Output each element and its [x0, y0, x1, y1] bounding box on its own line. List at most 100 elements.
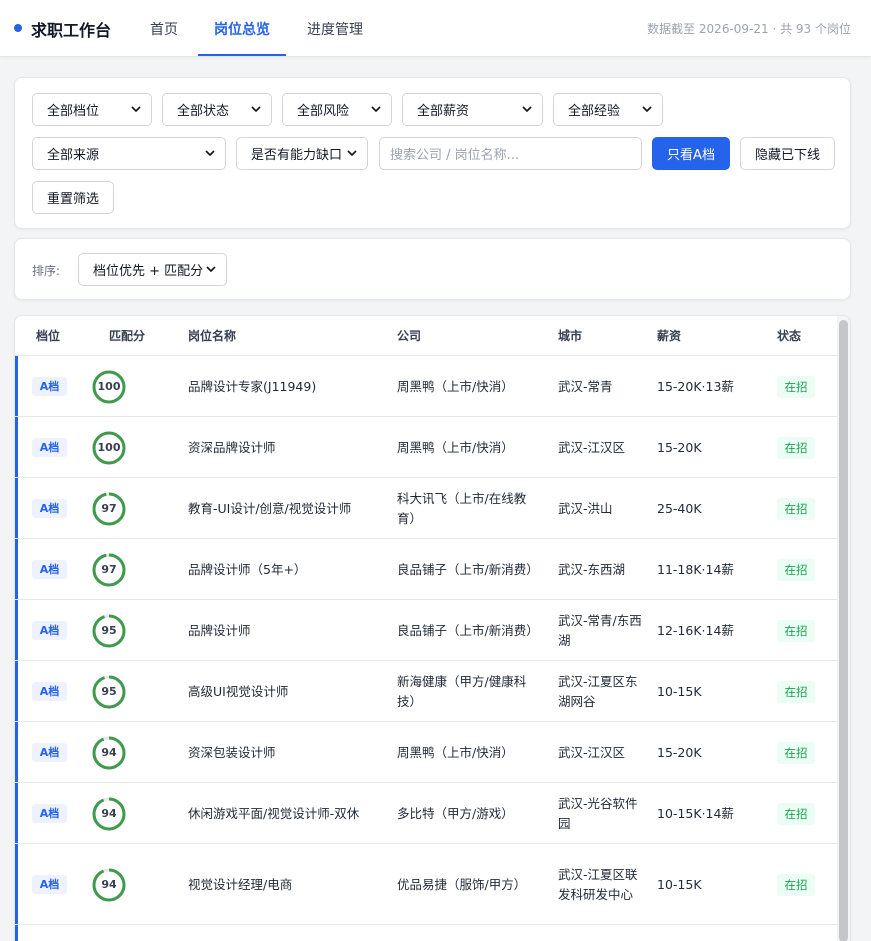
table-row[interactable]: A档 97 教育-UI设计/创意/视觉设计师 科大讯飞（上市/在线教育） 武汉-洪山 25…	[15, 478, 837, 539]
column-header-city[interactable]: 城市	[558, 327, 582, 344]
column-header-tier[interactable]: 档位	[36, 327, 60, 344]
cell-salary: 25-40K	[657, 500, 702, 516]
table-row[interactable]: A档 97 品牌设计师（5年+） 良品铺子（上市/新消费） 武汉-东西湖 11-18K·1…	[15, 539, 837, 600]
cell-city: 武汉-常青	[558, 378, 613, 394]
cell-salary: 15-20K	[657, 439, 702, 455]
tab-home[interactable]: 首页	[150, 19, 178, 39]
tier-badge: A档	[32, 620, 67, 640]
tier-badge: A档	[32, 742, 67, 762]
active-tab-indicator	[198, 54, 286, 56]
cell-city: 武汉-江汉区	[558, 744, 626, 760]
tier-select[interactable]: 全部档位	[32, 93, 152, 126]
status-badge: 在招	[777, 497, 815, 520]
salary-select-value: 全部薪资	[417, 104, 470, 119]
tier-badge: A档	[32, 559, 67, 579]
sort-select-value: 档位优先 + 匹配分	[93, 264, 204, 279]
cell-title[interactable]: 休闲游戏平面/视觉设计师-双休	[188, 804, 388, 824]
cell-title[interactable]: 品牌设计专家(J11949)	[188, 377, 388, 397]
cell-title[interactable]: 品牌设计师（5年+）	[188, 560, 388, 580]
chevron-down-icon	[205, 150, 215, 157]
chevron-down-icon	[347, 150, 357, 157]
match-score-ring: 97	[92, 553, 126, 587]
column-header-status[interactable]: 状态	[777, 327, 801, 344]
table-row[interactable]: A档 94 休闲游戏平面/视觉设计师-双休 多比特（甲方/游戏） 武汉-光谷软件园 10-…	[15, 783, 837, 844]
table-row[interactable]: A档 94 视觉设计经理/电商 优品易捷（服饰/甲方） 武汉-江夏区联发科研发中心 10-…	[15, 844, 837, 925]
tier-badge: A档	[32, 874, 67, 894]
scrollbar-thumb[interactable]	[839, 320, 848, 941]
status-badge: 在招	[777, 375, 815, 398]
experience-select[interactable]: 全部经验	[553, 93, 663, 126]
table-row[interactable]: A档 100 资深品牌设计师 周黑鸭（上市/快消） 武汉-江汉区 15-20K 在招	[15, 417, 837, 478]
sort-label: 排序:	[32, 264, 61, 278]
tab-jobs-overview[interactable]: 岗位总览	[214, 19, 270, 39]
cell-city: 武汉-洪山	[558, 500, 613, 516]
cell-title[interactable]: 高级UI视觉设计师	[188, 682, 388, 702]
cell-city: 武汉-江夏区东湖网谷	[558, 673, 638, 709]
cell-company: 周黑鸭（上市/快消）	[397, 439, 514, 455]
chevron-down-icon	[131, 106, 141, 113]
risk-select[interactable]: 全部风险	[282, 93, 392, 126]
match-score-value: 97	[101, 502, 117, 515]
table-row[interactable]: A档 94 资深包装设计师 周黑鸭（上市/快消） 武汉-江汉区 15-20K 在招	[15, 722, 837, 783]
cell-title[interactable]: 教育-UI设计/创意/视觉设计师	[188, 499, 388, 519]
cell-company: 周黑鸭（上市/快消）	[397, 378, 514, 394]
column-header-score[interactable]: 匹配分	[109, 327, 145, 344]
salary-select[interactable]: 全部薪资	[402, 93, 543, 126]
cell-salary: 11-18K·14薪	[657, 561, 734, 577]
match-score-value: 95	[101, 624, 117, 637]
source-select[interactable]: 全部来源	[32, 137, 226, 170]
cell-company: 周黑鸭（上市/快消）	[397, 744, 514, 760]
chevron-down-icon	[371, 106, 381, 113]
column-header-salary[interactable]: 薪资	[657, 327, 681, 344]
tier-badge: A档	[32, 376, 67, 396]
cell-salary: 10-15K·14薪	[657, 805, 734, 821]
chevron-down-icon	[251, 106, 261, 113]
table-row[interactable]: A档 95 高级UI视觉设计师 新海健康（甲方/健康科技） 武汉-江夏区东湖网谷 10-1…	[15, 661, 837, 722]
match-score-ring: 100	[92, 431, 126, 465]
cell-title[interactable]: 资深品牌设计师	[188, 438, 388, 458]
match-score-ring: 100	[92, 370, 126, 404]
column-header-title[interactable]: 岗位名称	[188, 327, 236, 344]
match-score-value: 100	[97, 380, 121, 393]
cell-salary: 15-20K·13薪	[657, 378, 734, 394]
status-badge: 在招	[777, 680, 815, 703]
tier-select-value: 全部档位	[47, 104, 100, 119]
cell-salary: 12-16K·14薪	[657, 622, 734, 638]
chevron-down-icon	[206, 266, 216, 273]
tab-progress[interactable]: 进度管理	[307, 19, 363, 39]
chevron-down-icon	[642, 106, 652, 113]
match-score-value: 94	[101, 807, 117, 820]
search-input[interactable]: 搜索公司 / 岗位名称...	[379, 137, 642, 170]
search-placeholder: 搜索公司 / 岗位名称...	[390, 148, 520, 163]
hide-offline-button[interactable]: 隐藏已下线	[740, 137, 835, 170]
table-row[interactable]: A档 100 品牌设计专家(J11949) 周黑鸭（上市/快消） 武汉-常青 15-20K…	[15, 356, 837, 417]
match-score-ring: 95	[92, 675, 126, 709]
match-score-ring: 94	[92, 868, 126, 902]
status-badge: 在招	[777, 619, 815, 642]
sort-select[interactable]: 档位优先 + 匹配分	[78, 253, 227, 286]
reset-filters-button[interactable]: 重置筛选	[32, 181, 114, 214]
sort-panel: 排序: 档位优先 + 匹配分	[14, 238, 851, 300]
cell-city: 武汉-东西湖	[558, 561, 626, 577]
cell-title[interactable]: 资深包装设计师	[188, 743, 388, 763]
match-score-value: 100	[97, 441, 121, 454]
cell-city: 武汉-江汉区	[558, 439, 626, 455]
match-score-value: 94	[101, 878, 117, 891]
match-score-value: 95	[101, 685, 117, 698]
jobs-table: 档位 匹配分 岗位名称 公司 城市 薪资 状态 A档 100 品牌设计专家(J119…	[14, 315, 851, 941]
status-select[interactable]: 全部状态	[162, 93, 272, 126]
brand-title: 求职工作台	[31, 21, 112, 40]
tier-badge: A档	[32, 437, 67, 457]
cell-title[interactable]: 品牌设计师	[188, 621, 388, 641]
skill-gap-select[interactable]: 是否有能力缺口	[236, 137, 368, 170]
only-a-tier-button[interactable]: 只看A档	[652, 137, 730, 170]
status-badge: 在招	[777, 558, 815, 581]
experience-select-value: 全部经验	[568, 104, 621, 119]
cell-title[interactable]: 视觉设计经理/电商	[188, 875, 388, 895]
cell-city: 武汉-光谷软件园	[558, 795, 638, 831]
cell-salary: 15-20K	[657, 744, 702, 760]
table-row[interactable]: A档 95 品牌设计师 良品铺子（上市/新消费） 武汉-常青/东西湖 12-16K·14薪…	[15, 600, 837, 661]
source-select-value: 全部来源	[47, 148, 100, 163]
top-nav-bar: 求职工作台 首页 岗位总览 进度管理 数据截至 2026-09-21 · 共 9…	[0, 0, 871, 57]
column-header-company[interactable]: 公司	[397, 327, 421, 344]
